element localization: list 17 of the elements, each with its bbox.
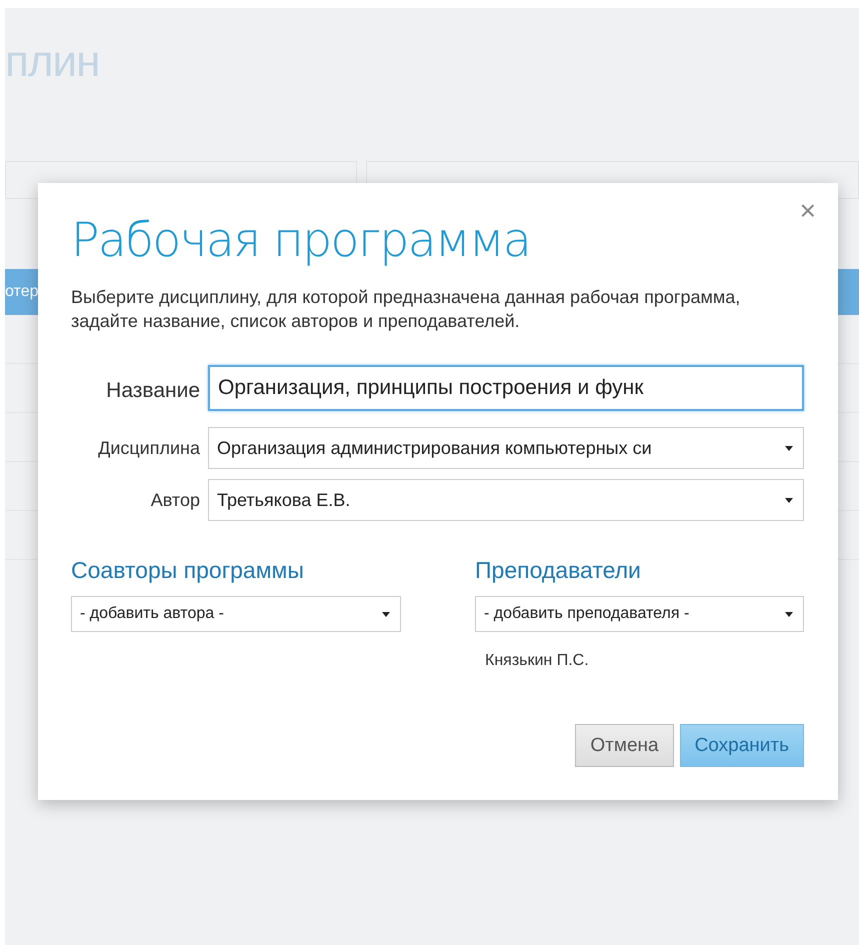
caret-icon xyxy=(785,498,793,502)
dialog-title: Рабочая программа xyxy=(71,212,532,270)
cancel-button[interactable]: Отмена xyxy=(575,724,674,767)
list-item: Князькин П.С. xyxy=(485,652,590,670)
caret-icon xyxy=(785,446,793,450)
input-field[interactable]: Организация, принципы построения и функ xyxy=(208,365,804,411)
caret-icon xyxy=(382,612,390,616)
field-label: Автор xyxy=(150,490,201,510)
dropdown[interactable]: - добавить преподавателя - xyxy=(475,596,804,632)
dropdown[interactable]: Третьякова Е.В. xyxy=(208,479,804,521)
dropdown[interactable]: - добавить автора - xyxy=(71,596,401,632)
field-label: Название xyxy=(105,379,201,403)
section-heading: Соавторы программы xyxy=(71,557,305,584)
caret-icon xyxy=(785,612,793,616)
dropdown[interactable]: Организация администрирования компьютерных си xyxy=(208,427,804,469)
field-label: Дисциплина xyxy=(97,438,201,458)
section-heading: Преподаватели xyxy=(475,557,642,584)
